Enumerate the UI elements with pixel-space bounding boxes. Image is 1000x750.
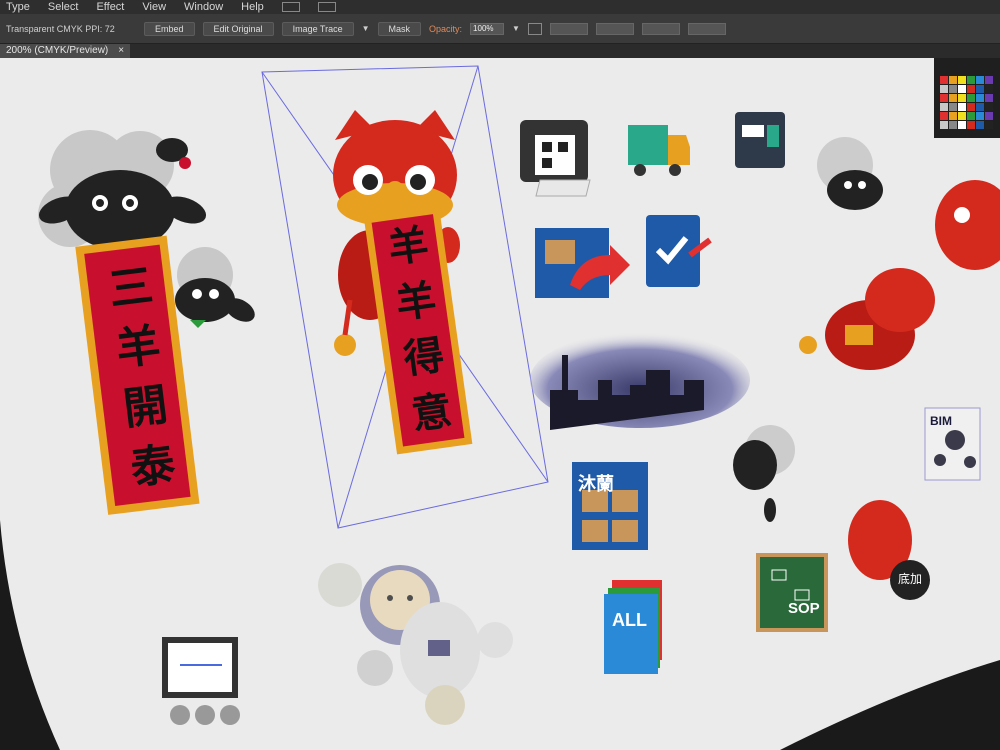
canvas[interactable]: 三 羊 開 泰 羊 羊 得 意 沐蘭 SOP ALL BIM 底加 bbox=[0, 58, 1000, 750]
menu-type[interactable]: Type bbox=[6, 1, 30, 13]
close-icon[interactable]: × bbox=[118, 45, 124, 57]
color-swatch[interactable] bbox=[949, 103, 957, 111]
city-night-skyline-icon[interactable] bbox=[530, 332, 750, 430]
chevron-down-icon[interactable]: ▼ bbox=[362, 24, 370, 33]
color-swatch[interactable] bbox=[958, 112, 966, 120]
color-swatch[interactable] bbox=[958, 94, 966, 102]
color-swatch[interactable] bbox=[958, 76, 966, 84]
tab-bar: 200% (CMYK/Preview) × bbox=[0, 44, 1000, 58]
couplet-right-char: 羊 bbox=[392, 275, 440, 328]
width-field[interactable] bbox=[641, 22, 680, 35]
astronaut-illustration[interactable] bbox=[318, 563, 513, 725]
color-swatch[interactable] bbox=[949, 76, 957, 84]
edit-original-button[interactable]: Edit Original bbox=[202, 21, 274, 36]
color-swatch[interactable] bbox=[967, 94, 975, 102]
color-swatch[interactable] bbox=[976, 94, 984, 102]
sheep-small-illustration[interactable] bbox=[817, 137, 883, 210]
couplet-right-char: 羊 bbox=[385, 220, 432, 273]
color-swatch[interactable] bbox=[940, 112, 948, 120]
color-swatch[interactable] bbox=[967, 85, 975, 93]
warehouse-export-icon[interactable] bbox=[535, 228, 630, 298]
chevron-down-icon[interactable]: ▼ bbox=[512, 24, 520, 33]
arrange-documents-icon[interactable] bbox=[317, 2, 336, 12]
color-swatch[interactable] bbox=[940, 103, 948, 111]
bridge-icon[interactable] bbox=[281, 2, 300, 12]
document-tab-title: 200% (CMYK/Preview) bbox=[6, 45, 109, 56]
color-swatch[interactable] bbox=[985, 76, 993, 84]
color-swatch[interactable] bbox=[985, 112, 993, 120]
couplet-left-char: 羊 bbox=[113, 319, 164, 376]
presentation-icon[interactable] bbox=[162, 637, 240, 725]
menu-view[interactable]: View bbox=[142, 1, 166, 13]
qr-printer-icon[interactable] bbox=[520, 120, 591, 197]
menu-effect[interactable]: Effect bbox=[96, 1, 124, 13]
delivery-truck-icon[interactable] bbox=[628, 125, 690, 176]
color-swatch[interactable] bbox=[940, 121, 948, 129]
color-swatch[interactable] bbox=[985, 121, 993, 129]
color-swatch[interactable] bbox=[940, 94, 948, 102]
color-swatch[interactable] bbox=[958, 85, 966, 93]
color-swatch[interactable] bbox=[976, 112, 984, 120]
couplet-right-char: 得 bbox=[400, 331, 447, 384]
menu-bar: Type Select Effect View Window Help bbox=[0, 0, 1000, 14]
color-swatch[interactable] bbox=[985, 94, 993, 102]
embed-button[interactable]: Embed bbox=[144, 21, 195, 36]
x-field[interactable] bbox=[549, 22, 588, 35]
all-label: ALL bbox=[612, 610, 647, 630]
color-swatch[interactable] bbox=[976, 85, 984, 93]
color-swatch[interactable] bbox=[949, 94, 957, 102]
document-info: Transparent CMYK PPI: 72 bbox=[6, 23, 115, 34]
couplet-right-char: 意 bbox=[408, 386, 455, 439]
menu-help[interactable]: Help bbox=[241, 1, 264, 13]
document-tab[interactable]: 200% (CMYK/Preview) × bbox=[0, 44, 131, 58]
couplet-left-char: 泰 bbox=[127, 438, 178, 495]
color-swatch[interactable] bbox=[967, 76, 975, 84]
opacity-field[interactable]: 100% bbox=[470, 22, 505, 35]
lion-head-partial-illustration[interactable] bbox=[935, 180, 1000, 270]
shelf-label: 沐蘭 bbox=[578, 474, 614, 494]
image-trace-button[interactable]: Image Trace bbox=[281, 21, 354, 36]
color-swatch[interactable] bbox=[949, 112, 957, 120]
opacity-label: Opacity: bbox=[429, 23, 463, 34]
small-sheep-illustration[interactable] bbox=[175, 247, 259, 328]
height-field[interactable] bbox=[687, 22, 726, 35]
color-swatch[interactable] bbox=[949, 121, 957, 129]
couplet-left-char: 開 bbox=[120, 379, 171, 436]
swatches-panel[interactable] bbox=[934, 58, 1000, 138]
color-swatch[interactable] bbox=[940, 85, 948, 93]
color-swatch[interactable] bbox=[976, 121, 984, 129]
couplet-left-char: 三 bbox=[106, 260, 156, 317]
sop-label: SOP bbox=[788, 600, 820, 617]
color-swatch[interactable] bbox=[976, 76, 984, 84]
sheep-running-illustration[interactable] bbox=[733, 425, 795, 522]
menu-window[interactable]: Window bbox=[184, 1, 223, 13]
color-swatch[interactable] bbox=[967, 103, 975, 111]
lion-dance-small-illustration[interactable] bbox=[799, 268, 935, 370]
color-swatch[interactable] bbox=[940, 76, 948, 84]
menu-select[interactable]: Select bbox=[48, 1, 79, 13]
mask-button[interactable]: Mask bbox=[377, 21, 422, 36]
color-swatch[interactable] bbox=[985, 103, 993, 111]
color-swatch[interactable] bbox=[985, 85, 993, 93]
sop-board-icon[interactable] bbox=[756, 553, 828, 632]
card-terminal-icon[interactable] bbox=[735, 112, 785, 168]
color-swatch[interactable] bbox=[976, 103, 984, 111]
color-swatch[interactable] bbox=[958, 103, 966, 111]
transform-icon[interactable] bbox=[527, 22, 542, 35]
y-field[interactable] bbox=[595, 22, 634, 35]
color-swatch[interactable] bbox=[949, 85, 957, 93]
color-swatch[interactable] bbox=[958, 121, 966, 129]
color-swatch[interactable] bbox=[967, 112, 975, 120]
control-bar: Transparent CMYK PPI: 72 Embed Edit Orig… bbox=[0, 14, 1000, 44]
badge-label: 底加 bbox=[898, 572, 923, 586]
checklist-icon[interactable] bbox=[646, 215, 712, 287]
color-swatch[interactable] bbox=[967, 121, 975, 129]
bim-label: BIM bbox=[930, 414, 952, 428]
